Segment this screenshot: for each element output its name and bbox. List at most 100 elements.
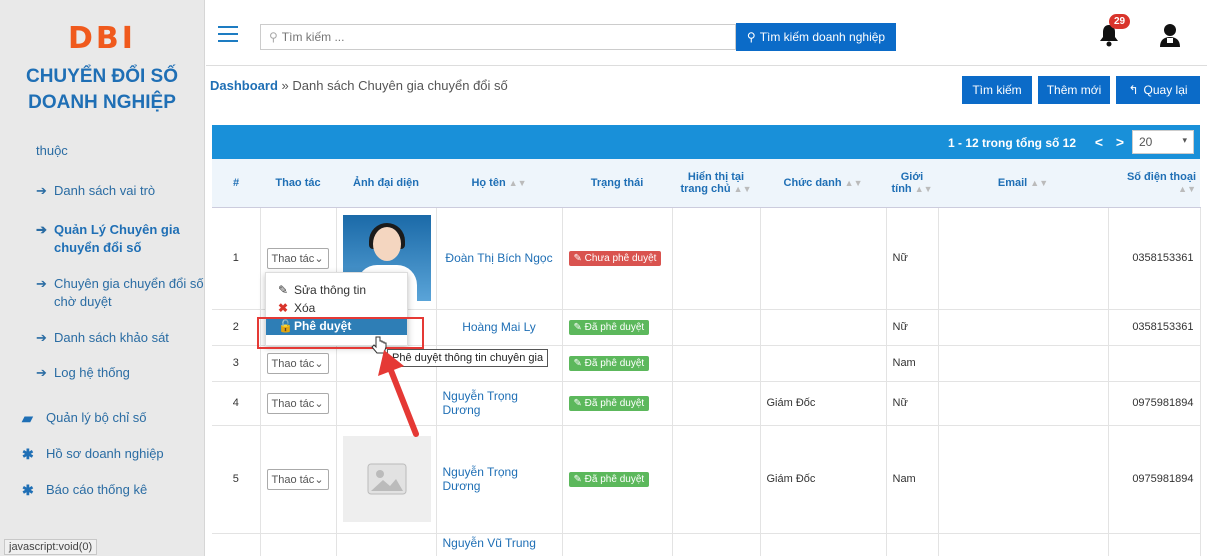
hamburger-menu-icon[interactable] (218, 26, 238, 47)
title-cell: Giám Đốc (760, 381, 887, 426)
name-link[interactable]: Nguyễn Trọng Dương (443, 465, 518, 493)
sidebar-group-label: Báo cáo thống kê (46, 482, 148, 497)
phone-cell: 0975981894 (1108, 425, 1201, 534)
user-icon[interactable] (1158, 22, 1182, 51)
email-cell (938, 345, 1109, 382)
status-badge: ✎ Đã phê duyệt (568, 355, 650, 371)
sidebar-group-business-profile[interactable]: ✱ Hồ sơ doanh nghiệp (0, 445, 205, 463)
column-header-sortable[interactable]: Giới tính ▲▼ (886, 159, 938, 208)
action-dropdown-button[interactable]: Thao tác⌄ (266, 392, 329, 414)
name-cell: Nguyễn Trọng Dương (436, 381, 563, 426)
sort-icon: ▲▼ (733, 183, 752, 194)
search-business-button-label: Tìm kiếm doanh nghiệp (759, 30, 886, 44)
next-page-icon[interactable]: > (1116, 134, 1124, 150)
homepage-cell (672, 425, 761, 534)
page-size-value: 20 (1139, 135, 1153, 149)
sidebar-item-label: Danh sách khảo sát (54, 330, 169, 345)
gender-cell: Nữ (886, 309, 939, 346)
action-cell: Thao tác⌄ (260, 425, 337, 534)
table-row: 4 Thao tác⌄ Nguyễn Trọng Dương ✎ Đã phê … (212, 381, 1201, 426)
table-row: 3 Thao tác⌄ ✎ Đã phê duyệt Nam (212, 345, 1201, 382)
image-placeholder-icon (342, 436, 431, 522)
page-size-select[interactable]: 20 ▾ (1132, 130, 1194, 154)
logo[interactable]: DBI (0, 22, 204, 56)
edit-icon: ✎ (278, 283, 289, 297)
prev-page-icon[interactable]: < (1095, 134, 1103, 150)
menu-item-delete[interactable]: ✖ Xóa (266, 299, 407, 317)
column-header-sortable[interactable]: Họ tên ▲▼ (436, 159, 562, 208)
search-icon: ⚲ (269, 30, 278, 44)
table-row: Nguyễn Vũ Trung (212, 533, 1201, 556)
sort-icon: ▲▼ (844, 177, 863, 188)
menu-item-edit[interactable]: ✎ Sửa thông tin (266, 281, 407, 299)
table-row: 5 Thao tác⌄ Nguyễn Trọng Dương ✎ Đã phê … (212, 425, 1201, 534)
name-cell: Đoàn Thị Bích Ngọc (436, 207, 563, 310)
row-number: 2 (212, 309, 261, 346)
avatar-cell (336, 533, 437, 556)
column-header-sortable[interactable]: Email ▲▼ (938, 159, 1108, 208)
action-label: Thao tác (271, 252, 315, 265)
name-link[interactable]: Hoàng Mai Ly (462, 320, 536, 334)
status-label: Đã phê duyệt (584, 397, 645, 409)
email-cell (938, 309, 1109, 346)
column-header: Trạng thái (562, 159, 672, 208)
column-header: Thao tác (260, 159, 336, 208)
name-link[interactable]: Nguyễn Trọng Dương (443, 389, 518, 417)
add-new-button[interactable]: Thêm mới (1038, 76, 1110, 104)
top-bar: ⚲ ⚲ Tìm kiếm doanh nghiệp 29 (206, 0, 1207, 66)
sidebar-group-reports[interactable]: ✱ Báo cáo thống kê (0, 481, 205, 499)
sidebar-group-label: Hồ sơ doanh nghiệp (46, 446, 164, 461)
sidebar-item-experts[interactable]: ➔ Quản Lý Chuyên gia chuyển đổi số (0, 221, 205, 257)
chevron-down-icon: ▾ (1182, 135, 1187, 145)
action-dropdown-button[interactable]: Thao tác⌄ (266, 247, 329, 269)
search-business-button[interactable]: ⚲ Tìm kiếm doanh nghiệp (736, 23, 896, 51)
gender-cell: Nam (886, 425, 939, 534)
sidebar-item-surveys[interactable]: ➔ Danh sách khảo sát (0, 329, 205, 347)
search-button[interactable]: Tìm kiếm (962, 76, 1032, 104)
search-input[interactable] (281, 30, 702, 44)
sidebar-group-indicators[interactable]: ▰ Quản lý bộ chỉ số (0, 409, 205, 427)
search-icon: ⚲ (746, 30, 756, 44)
status-cell: ✎ Chưa phê duyệt (562, 207, 673, 310)
homepage-cell (672, 309, 761, 346)
name-link[interactable]: Nguyễn Vũ Trung (443, 536, 536, 550)
homepage-cell (672, 533, 761, 556)
column-header-sortable[interactable]: Số điện thoại ▲▼ (1108, 159, 1200, 208)
column-header-label: Email (997, 176, 1028, 189)
homepage-cell (672, 207, 761, 310)
back-button-label: Quay lại (1143, 83, 1188, 97)
gender-cell: Nữ (886, 381, 939, 426)
arrow-right-icon: ➔ (36, 276, 47, 291)
sidebar-cut-item[interactable]: thuộc (0, 142, 205, 160)
name-link[interactable]: Đoàn Thị Bích Ngọc (445, 251, 552, 265)
title-cell (760, 207, 887, 310)
email-cell (938, 533, 1109, 556)
arrow-right-icon: ➔ (36, 222, 47, 237)
column-header-sortable[interactable]: Hiển thị tại trang chủ ▲▼ (672, 159, 760, 208)
breadcrumb-home[interactable]: Dashboard (210, 78, 278, 93)
phone-cell: 0358153361 (1108, 309, 1201, 346)
pagination-bar: 1 - 12 trong tổng số 12 < > 20 ▾ (212, 125, 1200, 159)
brand-line-2: DOANH NGHIỆP (28, 92, 176, 113)
gender-cell: Nam (886, 345, 939, 382)
column-header-sortable[interactable]: Chức danh ▲▼ (760, 159, 886, 208)
phone-cell (1108, 533, 1201, 556)
action-dropdown-button[interactable]: Thao tác⌄ (266, 468, 329, 490)
action-label: Thao tác (271, 473, 315, 486)
sidebar-item-pending-experts[interactable]: ➔ Chuyên gia chuyển đổi số chờ duyệt (0, 275, 205, 311)
arrow-right-icon: ➔ (36, 183, 47, 198)
search-field[interactable]: ⚲ (260, 24, 736, 50)
back-button[interactable]: ↰ Quay lại (1116, 76, 1200, 104)
title-cell (760, 345, 887, 382)
action-cell: Thao tác⌄ (260, 345, 337, 382)
name-cell: Nguyễn Vũ Trung (436, 533, 563, 556)
action-dropdown-button[interactable]: Thao tác⌄ (266, 352, 329, 374)
sidebar: DBI CHUYỂN ĐỔI SỐ DOANH NGHIỆP thuộc ➔ D… (0, 0, 205, 556)
row-number (212, 533, 261, 556)
status-bar: javascript:void(0) (4, 539, 98, 555)
sidebar-item-roles[interactable]: ➔ Danh sách vai trò (0, 182, 205, 200)
status-badge: ✎ Chưa phê duyệt (568, 250, 662, 266)
sidebar-group-label: Quản lý bộ chỉ số (46, 410, 147, 425)
back-icon: ↰ (1128, 83, 1139, 97)
sidebar-item-logs[interactable]: ➔ Log hệ thống (0, 364, 205, 382)
